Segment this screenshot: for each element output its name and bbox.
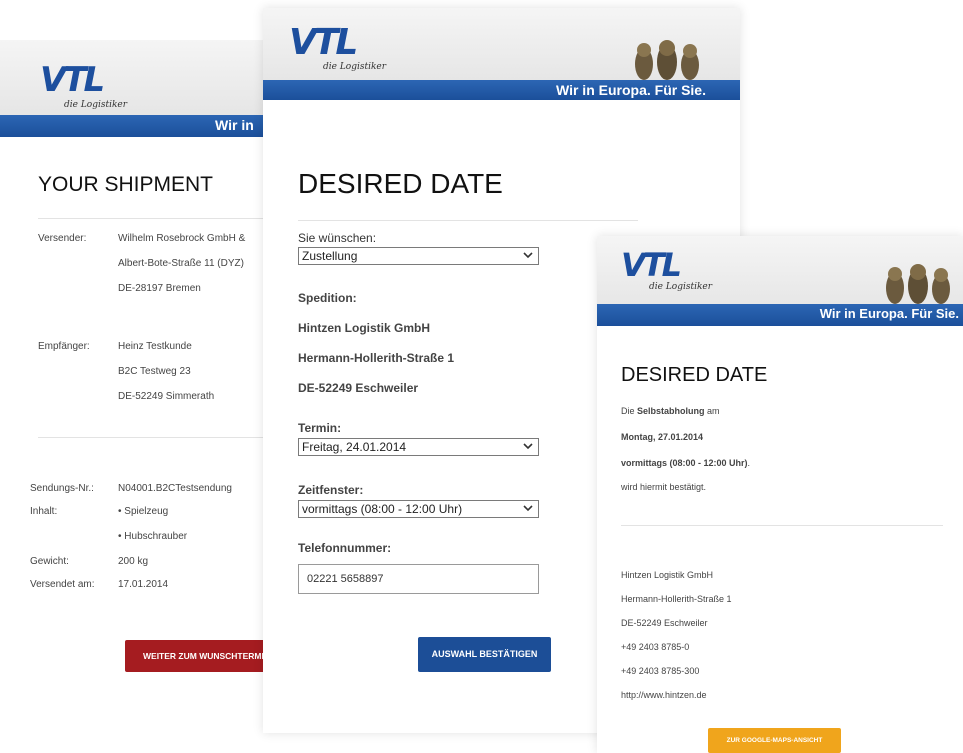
shipped-value: 17.01.2014	[118, 579, 169, 590]
carrier-name: Hintzen Logistik GmbH	[298, 321, 430, 335]
vtl-logo: VTL	[621, 246, 682, 284]
confirm-selection-button[interactable]: AUSWAHL BESTÄTIGEN	[418, 637, 551, 672]
sender-name: Wilhelm Rosebrock GmbH &	[118, 233, 246, 244]
confirm-date-value: Montag, 27.01.2014	[621, 432, 704, 442]
meerkats-icon	[635, 40, 699, 80]
confirm-tail: wird hiermit bestätigt.	[621, 482, 707, 492]
carrier-city: DE-52249 Eschweiler	[298, 381, 419, 395]
content-item: • Spielzeug	[118, 506, 169, 517]
wish-label: Sie wünschen:	[298, 231, 377, 245]
confirm-suffix: am	[707, 406, 720, 416]
divider	[298, 220, 638, 221]
header-banner: VTL die Logistiker Wir in Europa. Für Si…	[263, 8, 740, 100]
shipment-no-value: N04001.B2CTestsendung	[118, 483, 232, 494]
page-title: DESIRED DATE	[621, 364, 768, 386]
header-banner: VTL die Logistiker Wir in Europa. Für Si…	[597, 236, 963, 326]
timeslot-label: Zeitfenster:	[298, 483, 364, 497]
recipient-name: Heinz Testkunde	[118, 341, 192, 352]
contact-line: Hintzen Logistik GmbH	[621, 570, 714, 580]
confirm-time-end: .	[747, 458, 751, 468]
timeslot-select-value: vormittags (08:00 - 12:00 Uhr)	[302, 502, 463, 516]
page-title: YOUR SHIPMENT	[38, 173, 214, 196]
carrier-street: Hermann-Hollerith-Straße 1	[298, 351, 455, 365]
vtl-logo: VTL	[289, 22, 358, 63]
appointment-select-value: Freitag, 24.01.2014	[302, 440, 407, 454]
chevron-down-icon	[523, 443, 533, 450]
chevron-down-icon	[523, 505, 533, 512]
divider	[621, 525, 943, 526]
logo-tagline: die Logistiker	[64, 100, 128, 110]
recipient-label: Empfänger:	[38, 341, 90, 352]
content-label: Inhalt:	[30, 506, 58, 517]
phone-label: Telefonnummer:	[298, 541, 392, 555]
confirm-line-1: Die Selbstabholung am	[621, 406, 720, 416]
wish-select-value: Zustellung	[302, 249, 358, 263]
slogan-bar: Wir in Europa. Für Sie.	[597, 304, 963, 326]
shipped-label: Versendet am:	[30, 579, 95, 590]
contact-line: DE-52249 Eschweiler	[621, 618, 708, 628]
sender-city: DE-28197 Bremen	[118, 283, 201, 294]
contact-phone: +49 2403 8785-0	[621, 642, 690, 652]
meerkats-icon	[886, 264, 950, 304]
timeslot-select[interactable]: vormittags (08:00 - 12:00 Uhr)	[298, 500, 539, 518]
sender-label: Versender:	[38, 233, 87, 244]
page-title: DESIRED DATE	[298, 168, 503, 199]
divider	[38, 437, 290, 438]
weight-value: 200 kg	[118, 556, 149, 567]
confirm-date: Montag, 27.01.2014	[621, 432, 703, 442]
recipient-street: B2C Testweg 23	[118, 366, 191, 377]
recipient-city: DE-52249 Simmerath	[118, 391, 215, 402]
logo-tagline: die Logistiker	[649, 282, 713, 292]
weight-label: Gewicht:	[30, 556, 69, 567]
logo-tagline: die Logistiker	[323, 62, 387, 72]
contact-fax: +49 2403 8785-300	[621, 666, 700, 676]
confirm-time-value: vormittags (08:00 - 12:00 Uhr)	[621, 458, 748, 468]
confirm-prefix: Die	[621, 406, 635, 416]
contact-line: Hermann-Hollerith-Straße 1	[621, 594, 732, 604]
confirmation-card: VTL die Logistiker Wir in Europa. Für Si…	[597, 236, 963, 753]
wish-select[interactable]: Zustellung	[298, 247, 539, 265]
appointment-label: Termin:	[298, 421, 342, 435]
confirm-time: vormittags (08:00 - 12:00 Uhr).	[621, 458, 750, 468]
sender-street: Albert-Bote-Straße 11 (DYZ)	[118, 258, 244, 269]
appointment-select[interactable]: Freitag, 24.01.2014	[298, 438, 539, 456]
slogan-bar: Wir in	[0, 115, 290, 137]
content-item: • Hubschrauber	[118, 531, 188, 542]
phone-input[interactable]: 02221 5658897	[298, 564, 539, 594]
contact-website-link[interactable]: http://www.hintzen.de	[621, 690, 707, 700]
confirm-pickup: Selbstabholung	[637, 406, 705, 416]
shipment-card: VTL die Logistiker Wir in YOUR SHIPMENT …	[0, 40, 290, 740]
google-maps-button[interactable]: ZUR GOOGLE-MAPS-ANSICHT	[708, 728, 841, 753]
chevron-down-icon	[523, 252, 533, 259]
slogan-bar: Wir in Europa. Für Sie.	[263, 80, 740, 100]
vtl-logo: VTL	[40, 60, 105, 100]
divider	[38, 218, 290, 219]
carrier-label: Spedition:	[298, 291, 357, 305]
shipment-no-label: Sendungs-Nr.:	[30, 483, 94, 494]
